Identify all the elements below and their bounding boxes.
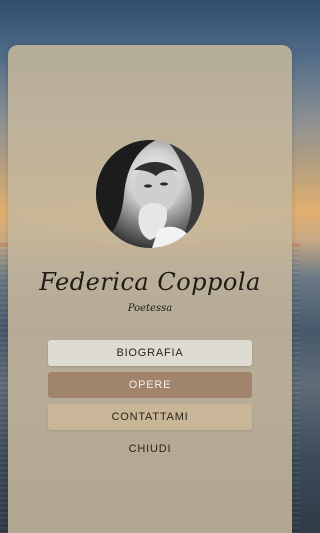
biografia-button[interactable]: BIOGRAFIA bbox=[48, 340, 252, 366]
chiudi-button[interactable]: CHIUDI bbox=[48, 436, 252, 462]
contattami-button[interactable]: CONTATTAMI bbox=[48, 404, 252, 430]
avatar bbox=[96, 140, 204, 248]
profile-role: Poetessa bbox=[127, 303, 173, 314]
opere-button[interactable]: OPERE bbox=[48, 372, 252, 398]
avatar-photo bbox=[96, 140, 204, 248]
profile-name: Federica Coppola bbox=[39, 268, 261, 296]
